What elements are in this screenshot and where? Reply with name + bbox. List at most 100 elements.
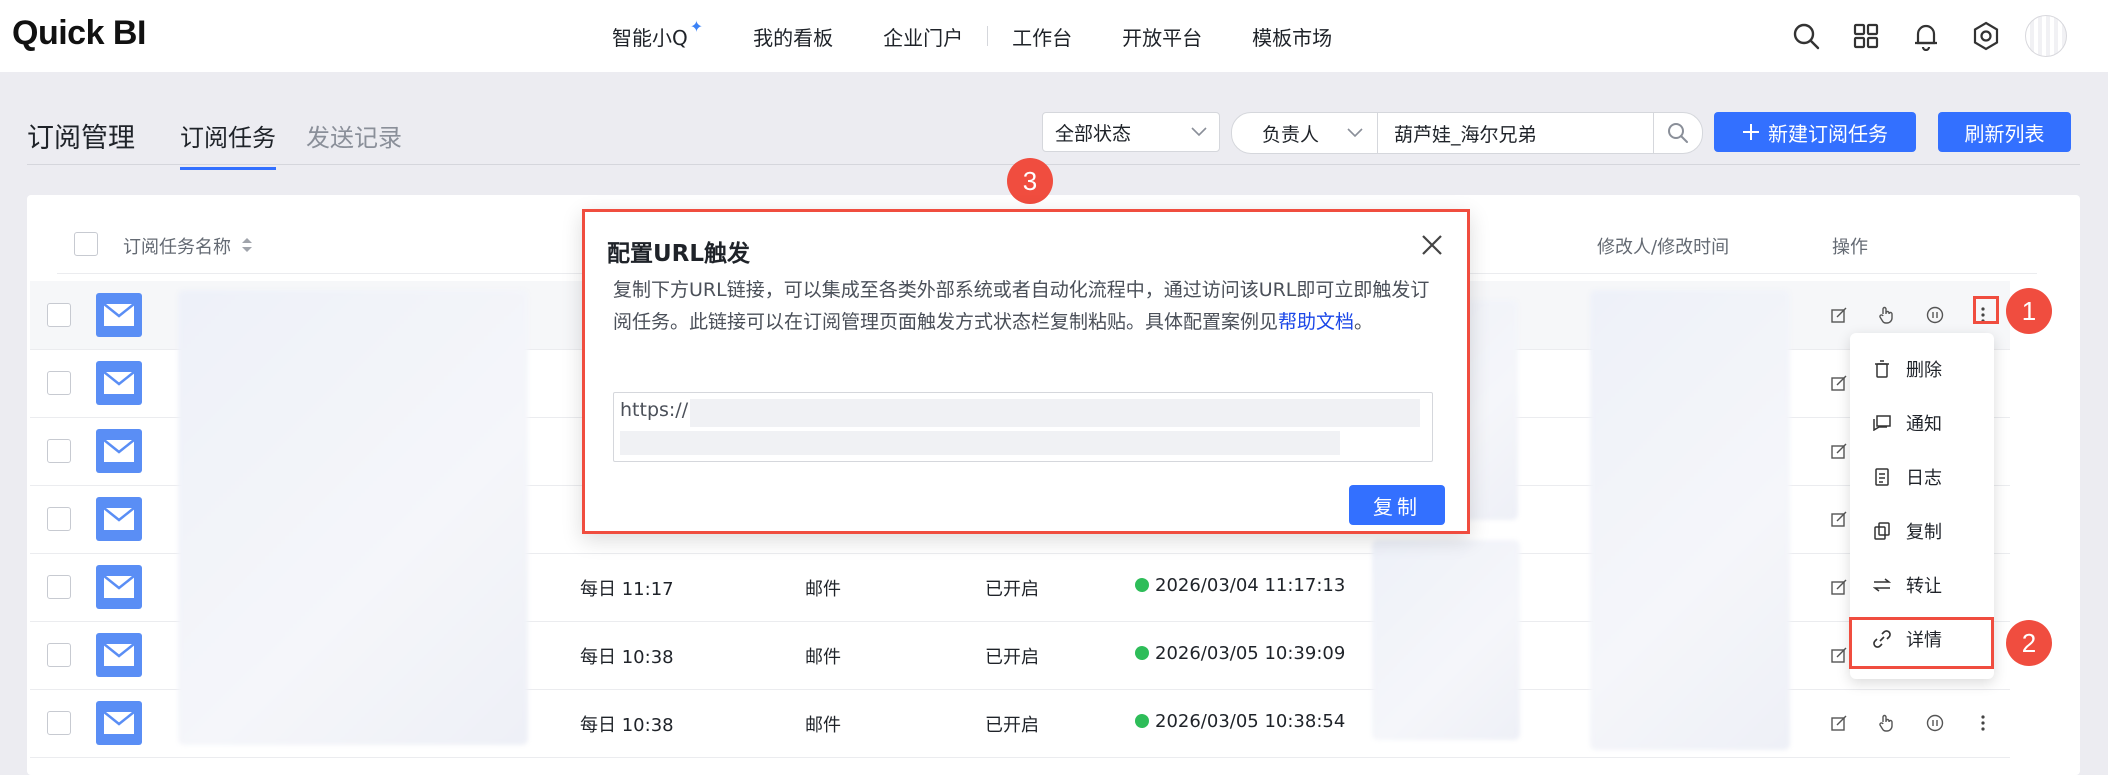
url-prefix: https:// xyxy=(620,399,689,421)
refresh-list-button[interactable]: 刷新列表 xyxy=(1938,112,2071,152)
notify-icon xyxy=(1872,413,1892,433)
nav-item-smart-q[interactable]: 智能小Q ✦ xyxy=(612,17,703,51)
page-title: 订阅管理 xyxy=(27,123,135,154)
cell-schedule: 每日 11:17 xyxy=(580,579,674,600)
cell-channel: 邮件 xyxy=(805,715,841,736)
cell-state: 已开启 xyxy=(985,715,1039,736)
copy-icon xyxy=(1872,521,1892,541)
cell-last-run: 2026/03/04 11:17:13 xyxy=(1135,575,1345,596)
dialog-description: 复制下方URL链接，可以集成至各类外部系统或者自动化流程中，通过访问该URL即可… xyxy=(613,279,1430,333)
pause-icon[interactable] xyxy=(1923,711,1947,735)
nav-item-portal[interactable]: 企业门户 xyxy=(883,22,963,51)
nav-item-workbench[interactable]: 工作台 xyxy=(1012,22,1072,51)
column-header-name[interactable]: 订阅任务名称 xyxy=(123,233,253,259)
sparkle-icon: ✦ xyxy=(689,16,704,36)
row-checkbox[interactable] xyxy=(47,303,71,327)
blurred-modifier-column xyxy=(1590,290,1790,750)
column-header-modifier: 修改人/修改时间 xyxy=(1597,237,1730,258)
blurred-trigger-column xyxy=(1372,540,1520,740)
menu-item-log[interactable]: 日志 xyxy=(1850,457,1994,497)
more-actions-highlight xyxy=(1973,296,1999,324)
select-all-checkbox[interactable] xyxy=(74,232,98,256)
cell-schedule: 每日 10:38 xyxy=(580,715,674,736)
new-subscription-button[interactable]: 新建订阅任务 xyxy=(1714,112,1916,152)
chevron-down-icon xyxy=(1191,127,1207,137)
nav-icons xyxy=(1768,14,2068,58)
cell-last-run: 2026/03/05 10:39:09 xyxy=(1135,643,1345,664)
mail-icon xyxy=(96,701,142,745)
transfer-icon xyxy=(1872,575,1892,595)
tab-subscription-tasks[interactable]: 订阅任务 xyxy=(180,118,276,170)
trigger-icon[interactable] xyxy=(1875,711,1899,735)
row-checkbox[interactable] xyxy=(47,371,71,395)
blurred-url-line1 xyxy=(690,399,1420,427)
sort-icon xyxy=(241,238,252,252)
edit-icon[interactable] xyxy=(1827,711,1851,735)
mail-icon xyxy=(96,497,142,541)
owner-input[interactable] xyxy=(1377,113,1653,153)
edit-icon[interactable] xyxy=(1827,303,1851,327)
details-highlight xyxy=(1849,617,1994,669)
status-select[interactable]: 全部状态 xyxy=(1042,112,1220,152)
help-doc-link[interactable]: 帮助文档 xyxy=(1278,311,1354,333)
nav-menu: 智能小Q ✦ 我的看板 企业门户 工作台 开放平台 模板市场 xyxy=(612,0,1382,72)
row-checkbox[interactable] xyxy=(47,439,71,463)
column-header-actions: 操作 xyxy=(1832,237,1868,258)
row-checkbox[interactable] xyxy=(47,575,71,599)
pause-icon[interactable] xyxy=(1923,303,1947,327)
bell-icon[interactable] xyxy=(1904,14,1948,58)
cell-schedule: 每日 10:38 xyxy=(580,647,674,668)
edit-icon[interactable] xyxy=(1827,643,1851,667)
top-nav: Quick BI 智能小Q ✦ 我的看板 企业门户 工作台 开放平台 模板市场 xyxy=(0,0,2108,72)
chevron-down-icon xyxy=(1347,128,1363,138)
menu-item-transfer[interactable]: 转让 xyxy=(1850,565,1994,605)
edit-icon[interactable] xyxy=(1827,439,1851,463)
edit-icon[interactable] xyxy=(1827,371,1851,395)
owner-select[interactable]: 负责人 xyxy=(1232,113,1378,153)
more-icon[interactable] xyxy=(1971,711,1995,735)
mail-icon xyxy=(96,429,142,473)
blurred-url-line2 xyxy=(620,431,1340,455)
search-icon[interactable] xyxy=(1652,113,1702,153)
row-checkbox[interactable] xyxy=(47,711,71,735)
edit-icon[interactable] xyxy=(1827,575,1851,599)
row-checkbox[interactable] xyxy=(47,643,71,667)
cell-last-run: 2026/03/05 10:38:54 xyxy=(1135,711,1345,732)
close-icon[interactable] xyxy=(1417,230,1447,260)
step-badge-1: 1 xyxy=(2006,288,2052,334)
mail-icon xyxy=(96,565,142,609)
mail-icon xyxy=(96,361,142,405)
owner-search-group: 负责人 xyxy=(1231,112,1703,154)
nav-item-template-market[interactable]: 模板市场 xyxy=(1252,22,1332,51)
success-status-icon xyxy=(1135,714,1149,728)
cell-state: 已开启 xyxy=(985,579,1039,600)
step-badge-3: 3 xyxy=(1007,158,1053,204)
row-checkbox[interactable] xyxy=(47,507,71,531)
nav-divider xyxy=(987,26,989,46)
url-textbox[interactable]: https:// xyxy=(613,392,1433,462)
edit-icon[interactable] xyxy=(1827,507,1851,531)
gear-icon[interactable] xyxy=(1964,14,2008,58)
cell-channel: 邮件 xyxy=(805,579,841,600)
log-icon xyxy=(1872,467,1892,487)
cell-state: 已开启 xyxy=(985,647,1039,668)
trash-icon xyxy=(1872,359,1892,379)
mail-icon xyxy=(96,293,142,337)
success-status-icon xyxy=(1135,578,1149,592)
success-status-icon xyxy=(1135,646,1149,660)
copy-button[interactable]: 复制 xyxy=(1349,485,1445,525)
tab-send-records[interactable]: 发送记录 xyxy=(306,118,402,167)
plus-icon xyxy=(1743,124,1759,140)
nav-item-my-dashboard[interactable]: 我的看板 xyxy=(753,22,833,51)
menu-item-notify[interactable]: 通知 xyxy=(1850,403,1994,443)
grid-icon[interactable] xyxy=(1844,14,1888,58)
quickbi-logo[interactable]: Quick BI xyxy=(12,14,146,53)
nav-item-open-platform[interactable]: 开放平台 xyxy=(1122,22,1202,51)
row-actions xyxy=(1827,711,2019,735)
search-icon[interactable] xyxy=(1784,14,1828,58)
avatar[interactable] xyxy=(2024,14,2068,58)
trigger-icon[interactable] xyxy=(1875,303,1899,327)
mail-icon xyxy=(96,633,142,677)
menu-item-delete[interactable]: 删除 xyxy=(1850,349,1994,389)
menu-item-copy[interactable]: 复制 xyxy=(1850,511,1994,551)
